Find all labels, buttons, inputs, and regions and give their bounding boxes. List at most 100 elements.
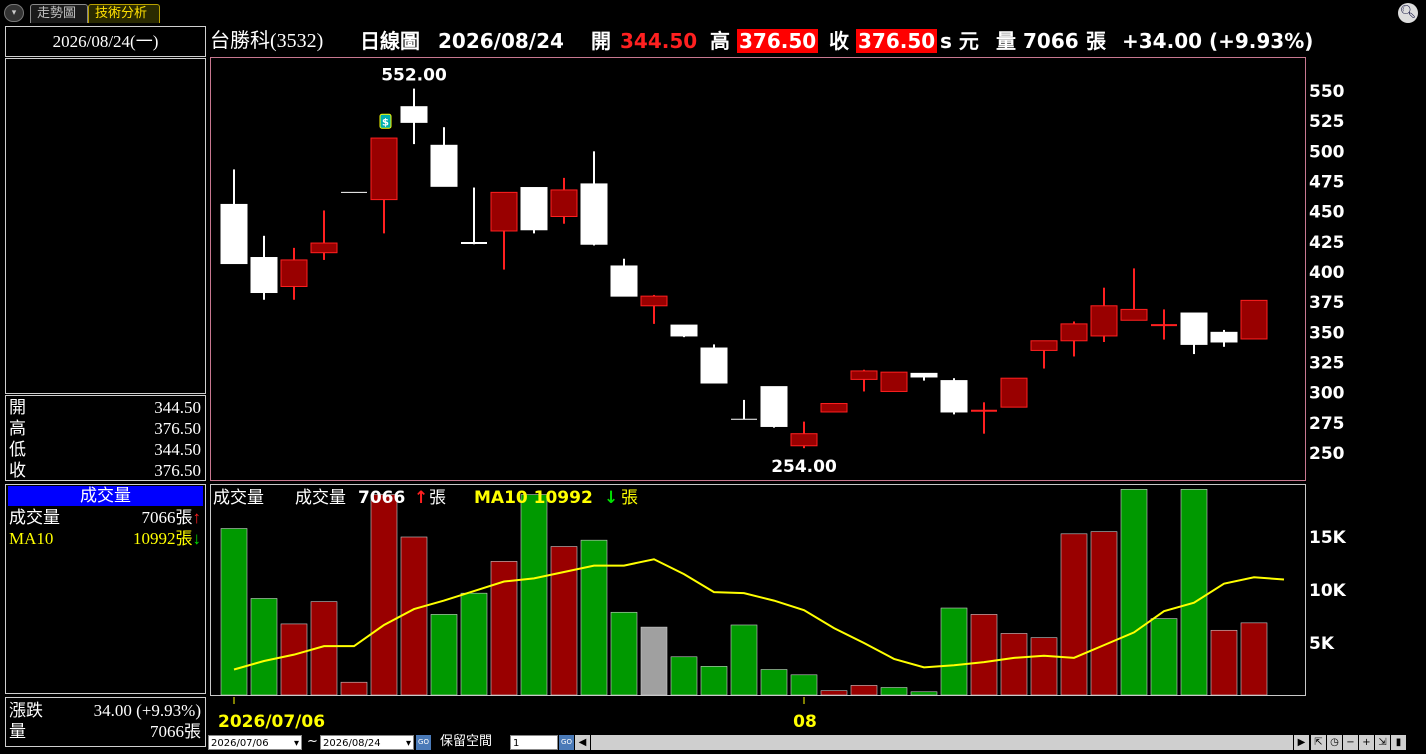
panel-icon[interactable]: ▮ xyxy=(1391,735,1406,750)
candle-body xyxy=(580,183,608,245)
volume-bar xyxy=(280,623,308,696)
price-y-tick-label: 350 xyxy=(1309,323,1345,343)
volume-bar xyxy=(460,592,488,696)
ma10-legend-unit: 張 xyxy=(621,488,638,508)
volume-bar xyxy=(1060,533,1088,696)
chevron-down-icon: ▾ xyxy=(405,738,411,749)
bottom-toolbar: 2026/07/06 ▾ ~ 2026/08/24 ▾ GO 保留空間 1 GO ◀… xyxy=(208,733,1424,751)
volume-legend-value: 7066 xyxy=(358,488,405,508)
candle-body xyxy=(1000,377,1028,408)
volume-y-tick-label: 10K xyxy=(1309,581,1347,601)
candle-body xyxy=(430,144,458,187)
volume-bar xyxy=(760,669,788,696)
volume-y-tick-label: 5K xyxy=(1309,634,1335,654)
volume-bar xyxy=(520,494,548,696)
price-y-tick-label: 300 xyxy=(1309,384,1345,404)
horizontal-scrollbar[interactable] xyxy=(591,735,1293,750)
ma10-legend: MA10 10992 xyxy=(474,488,593,508)
candle-body xyxy=(1180,312,1208,345)
volume-bar xyxy=(370,494,398,696)
volume-chart-title: 成交量 xyxy=(213,488,264,508)
volume-bar xyxy=(670,656,698,696)
from-date-select[interactable]: 2026/07/06 ▾ xyxy=(208,735,302,750)
volume-bar xyxy=(250,598,278,696)
candle-body xyxy=(310,242,338,254)
x-axis-label: 2026/07/06 xyxy=(218,712,325,732)
chevron-down-icon: ▾ xyxy=(293,738,299,749)
candle-body xyxy=(700,347,728,384)
candle-body xyxy=(640,295,668,307)
volume-bar xyxy=(1240,622,1268,696)
volume-bar xyxy=(1210,629,1238,696)
volume-bar xyxy=(580,539,608,696)
dividend-marker-glyph: $ xyxy=(382,117,389,128)
candle-body xyxy=(1240,299,1268,340)
price-y-tick-label: 375 xyxy=(1309,293,1345,313)
volume-bar xyxy=(430,614,458,696)
candlestick-and-volume-chart[interactable]: 250 275 300 325 350 375 400 425 450 475 500 525 550 5… xyxy=(0,0,1426,754)
price-extreme-label: 552.00 xyxy=(381,66,447,86)
candle-body xyxy=(490,191,518,232)
price-y-tick-label: 400 xyxy=(1309,263,1345,283)
volume-bar xyxy=(820,690,848,696)
volume-bar xyxy=(970,614,998,696)
candle-body xyxy=(520,187,548,231)
price-y-tick-label: 425 xyxy=(1309,233,1345,253)
reserve-space-value: 1 xyxy=(513,738,520,749)
candle-body xyxy=(280,259,308,287)
candle-body xyxy=(760,386,788,427)
fit-view-icon[interactable]: ⇱ xyxy=(1311,735,1326,750)
candle-body xyxy=(220,203,248,265)
scroll-right-icon[interactable]: ▶ xyxy=(1294,735,1309,750)
candle-body xyxy=(790,433,818,447)
clock-icon[interactable]: ◷ xyxy=(1327,735,1342,750)
candle-body xyxy=(1090,305,1118,337)
volume-bar xyxy=(340,681,368,696)
candle-body xyxy=(370,137,398,201)
volume-legend-label: 成交量 xyxy=(295,488,346,508)
reserve-space-label: 保留空間 xyxy=(440,734,493,749)
price-extreme-label: 254.00 xyxy=(771,457,837,477)
candle-body xyxy=(1210,331,1238,343)
candle-body xyxy=(880,371,908,392)
candle-body xyxy=(550,189,578,217)
volume-y-tick-label: 15K xyxy=(1309,528,1347,548)
volume-bar xyxy=(1090,531,1118,696)
zoom-out-icon[interactable]: − xyxy=(1343,735,1358,750)
candle-body xyxy=(400,106,428,123)
candle-body xyxy=(610,265,638,297)
volume-bar xyxy=(730,624,758,696)
volume-bar xyxy=(1000,633,1028,696)
volume-bar xyxy=(610,611,638,696)
volume-bar xyxy=(790,674,818,696)
volume-bar xyxy=(220,528,248,696)
price-y-tick-label: 550 xyxy=(1309,82,1345,102)
candle-body xyxy=(940,380,968,413)
candle-body xyxy=(670,324,698,337)
arrow-up-icon: ↑ xyxy=(414,488,428,508)
candle-body xyxy=(910,372,938,378)
go-button[interactable]: GO xyxy=(416,735,431,750)
candle-body xyxy=(1120,308,1148,321)
scroll-left-icon[interactable]: ◀ xyxy=(575,735,590,750)
zoom-in-icon[interactable]: + xyxy=(1359,735,1374,750)
price-y-tick-label: 250 xyxy=(1309,444,1345,464)
arrow-down-icon: ↓ xyxy=(604,488,618,508)
price-y-tick-label: 525 xyxy=(1309,112,1345,132)
candle-body xyxy=(250,257,278,294)
volume-bar xyxy=(1150,618,1178,696)
reserve-space-input[interactable]: 1 xyxy=(510,735,558,750)
go-button-2[interactable]: GO xyxy=(559,735,574,750)
to-date-select[interactable]: 2026/08/24 ▾ xyxy=(320,735,414,750)
candle-body xyxy=(820,403,848,413)
candle-body xyxy=(1060,323,1088,342)
volume-bar xyxy=(940,607,968,696)
expand-icon[interactable]: ⇲ xyxy=(1375,735,1390,750)
from-date-value: 2026/07/06 xyxy=(211,738,269,749)
volume-bar xyxy=(1120,488,1148,696)
price-y-tick-label: 325 xyxy=(1309,354,1345,374)
to-date-value: 2026/08/24 xyxy=(323,738,381,749)
price-y-tick-label: 475 xyxy=(1309,173,1345,193)
volume-legend-unit: 張 xyxy=(429,488,446,508)
x-axis-label: 08 xyxy=(793,712,817,732)
